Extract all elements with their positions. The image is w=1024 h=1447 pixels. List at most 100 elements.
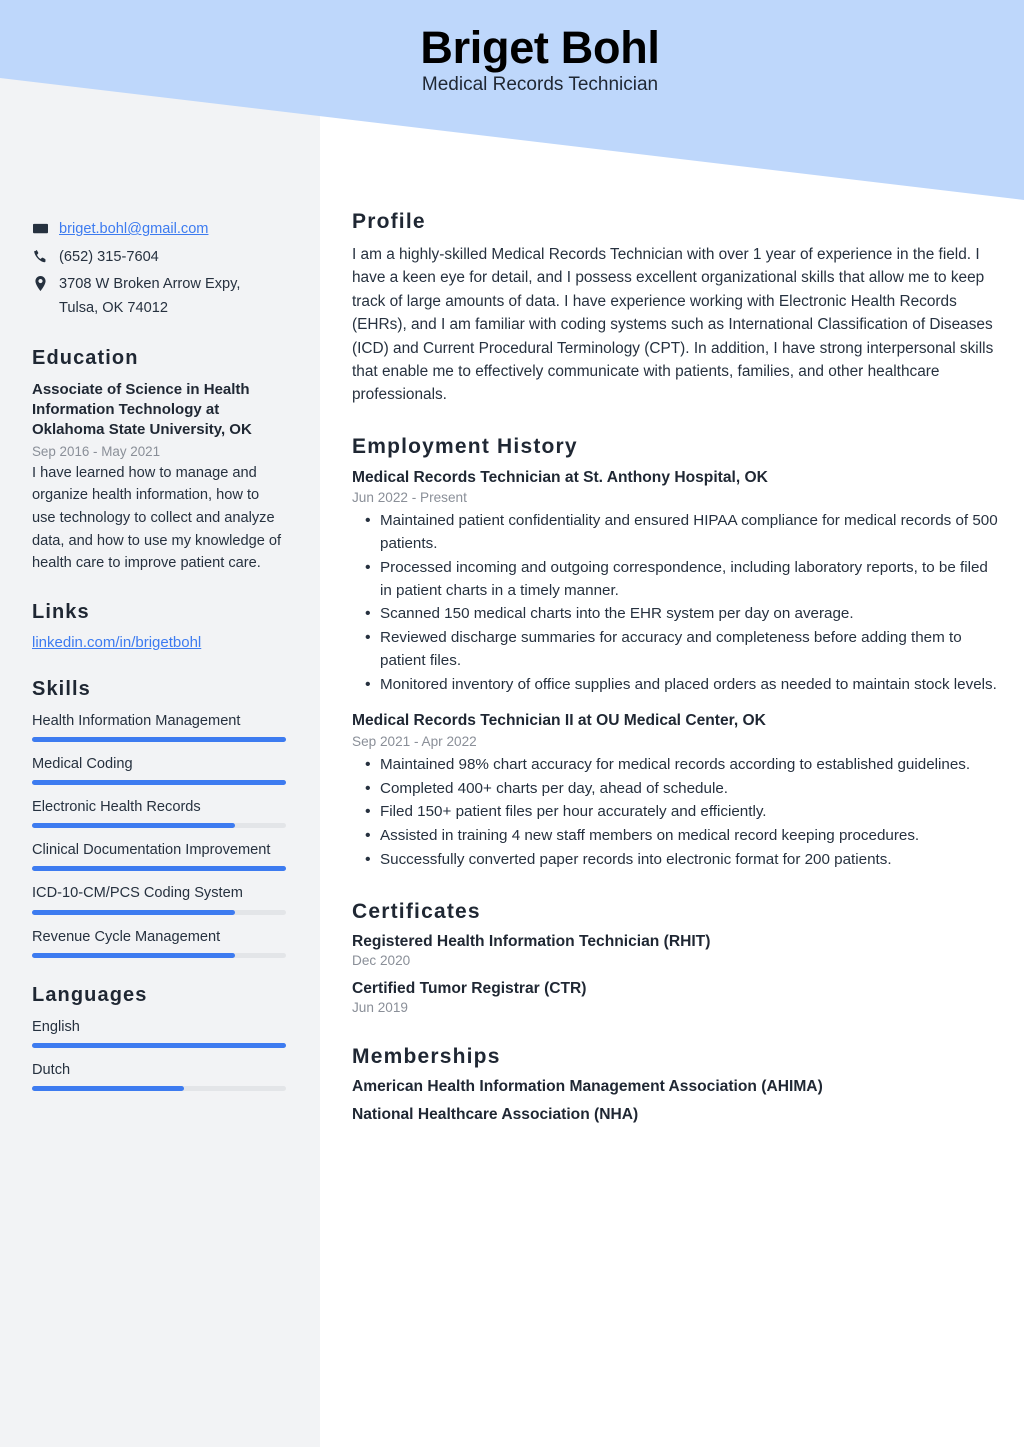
skill-label: Clinical Documentation Improvement bbox=[32, 842, 271, 859]
skill-level-fill bbox=[32, 823, 236, 829]
profile-heading: Profile bbox=[352, 210, 426, 233]
skill-item: Revenue Cycle Management bbox=[32, 927, 286, 958]
job-bullet-list: Maintained patient confidentiality and e… bbox=[352, 509, 1000, 697]
language-level-bar bbox=[32, 1086, 286, 1092]
address-line-1: 3708 W Broken Arrow Expy, bbox=[59, 276, 241, 293]
education-date: Sep 2016 - May 2021 bbox=[32, 443, 161, 459]
envelope-icon bbox=[32, 218, 49, 236]
skills-list: Health Information Management Medical Cod… bbox=[32, 711, 286, 958]
skills-section: Skills Health Information Management Medi… bbox=[32, 678, 286, 958]
skill-item: Medical Coding bbox=[32, 754, 286, 786]
links-section: Links linkedin.com/in/brigetbohl bbox=[32, 601, 286, 652]
skill-item: ICD-10-CM/PCS Coding System bbox=[32, 883, 286, 915]
job-bullet-list: Maintained 98% chart accuracy for medica… bbox=[352, 753, 1000, 872]
skill-level-fill bbox=[32, 952, 236, 958]
certificates-section: Certificates Registered Health Informati… bbox=[352, 900, 1000, 1015]
jobs-list: Medical Records Technician at St. Anthon… bbox=[352, 468, 1000, 872]
membership-name: National Healthcare Association (NHA) bbox=[352, 1105, 639, 1123]
skill-level-bar bbox=[32, 823, 286, 829]
education-title: Associate of Science in Health Informati… bbox=[32, 380, 252, 439]
skill-level-bar bbox=[32, 736, 286, 742]
certificates-heading: Certificates bbox=[352, 899, 481, 923]
skill-item: Electronic Health Records bbox=[32, 797, 286, 829]
main-column: Profile I am a highly-skilled Medical Re… bbox=[352, 210, 1000, 1152]
memberships-section: Memberships American Health Information … bbox=[352, 1045, 1000, 1124]
skill-level-fill bbox=[32, 736, 286, 742]
job-title: Medical Records Technician at St. Anthon… bbox=[352, 468, 768, 486]
resume-page: Briget Bohl Medical Records Technician b… bbox=[0, 0, 1024, 1447]
email-link[interactable]: briget.bohl@gmail.com bbox=[59, 218, 208, 242]
job-bullet: Processed incoming and outgoing correspo… bbox=[352, 556, 1000, 603]
job-bullet: Maintained 98% chart accuracy for medica… bbox=[352, 753, 1000, 777]
skill-level-fill bbox=[32, 780, 286, 786]
job-title: Medical Records Technician II at OU Medi… bbox=[352, 712, 766, 730]
language-label: Dutch bbox=[32, 1061, 71, 1078]
employment-section: Employment History Medical Records Techn… bbox=[352, 435, 1000, 872]
job-date: Jun 2022 - Present bbox=[352, 490, 467, 506]
certificate-date: Dec 2020 bbox=[352, 952, 411, 968]
job-bullet: Scanned 150 medical charts into the EHR … bbox=[352, 602, 1000, 626]
skill-item: Clinical Documentation Improvement bbox=[32, 840, 286, 872]
skill-label: Electronic Health Records bbox=[32, 799, 201, 816]
phone-icon bbox=[32, 246, 49, 264]
certificate-entry: Registered Health Information Technician… bbox=[352, 933, 1000, 968]
skill-level-bar bbox=[32, 952, 286, 958]
education-section: Education Associate of Science in Health… bbox=[32, 347, 286, 575]
header-text-block: Briget Bohl Medical Records Technician bbox=[280, 24, 800, 96]
skill-item: Health Information Management bbox=[32, 711, 286, 742]
certificate-date: Jun 2019 bbox=[352, 999, 408, 1015]
languages-list: English Dutch bbox=[32, 1017, 286, 1092]
skill-label: Medical Coding bbox=[32, 755, 133, 772]
certificates-list: Registered Health Information Technician… bbox=[352, 933, 1000, 1015]
job-entry: Medical Records Technician at St. Anthon… bbox=[352, 468, 1000, 697]
memberships-list: American Health Information Management A… bbox=[352, 1078, 1000, 1124]
language-level-fill bbox=[32, 1086, 185, 1092]
job-bullet: Assisted in training 4 new staff members… bbox=[352, 824, 1000, 848]
skill-label: ICD-10-CM/PCS Coding System bbox=[32, 885, 243, 902]
skill-level-fill bbox=[32, 909, 236, 915]
links-heading: Links bbox=[32, 600, 90, 623]
job-bullet: Successfully converted paper records int… bbox=[352, 848, 1000, 872]
address-line-2: Tulsa, OK 74012 bbox=[59, 299, 168, 316]
language-level-fill bbox=[32, 1042, 286, 1048]
memberships-heading: Memberships bbox=[352, 1044, 501, 1068]
skills-heading: Skills bbox=[32, 677, 91, 700]
job-date: Sep 2021 - Apr 2022 bbox=[352, 733, 477, 749]
profile-section: Profile I am a highly-skilled Medical Re… bbox=[352, 210, 1000, 407]
contact-email-row: briget.bohl@gmail.com bbox=[32, 218, 286, 242]
address-text: 3708 W Broken Arrow Expy, Tulsa, OK 7401… bbox=[59, 273, 240, 320]
location-pin-icon bbox=[32, 273, 49, 292]
employment-heading: Employment History bbox=[352, 434, 578, 458]
certificate-name: Certified Tumor Registrar (CTR) bbox=[352, 979, 587, 997]
candidate-job-title: Medical Records Technician bbox=[421, 74, 659, 96]
language-label: English bbox=[32, 1018, 80, 1035]
job-bullet: Monitored inventory of office supplies a… bbox=[352, 673, 1000, 697]
job-entry: Medical Records Technician II at OU Medi… bbox=[352, 711, 1000, 871]
skill-label: Revenue Cycle Management bbox=[32, 928, 221, 945]
job-bullet: Reviewed discharge summaries for accurac… bbox=[352, 626, 1000, 673]
skill-level-bar bbox=[32, 780, 286, 786]
language-item: Dutch bbox=[32, 1060, 286, 1092]
links-list: linkedin.com/in/brigetbohl bbox=[32, 634, 286, 652]
job-bullet: Maintained patient confidentiality and e… bbox=[352, 509, 1000, 556]
language-level-bar bbox=[32, 1042, 286, 1048]
linkedin-link[interactable]: linkedin.com/in/brigetbohl bbox=[32, 634, 201, 651]
certificate-name: Registered Health Information Technician… bbox=[352, 932, 711, 950]
skill-label: Health Information Management bbox=[32, 712, 241, 729]
contact-address-row: 3708 W Broken Arrow Expy, Tulsa, OK 7401… bbox=[32, 273, 286, 320]
languages-section: Languages English Dutch bbox=[32, 983, 286, 1092]
contact-phone-row: (652) 315-7604 bbox=[32, 246, 286, 270]
contact-list: briget.bohl@gmail.com (652) 315-7604 370… bbox=[32, 218, 286, 321]
skill-level-bar bbox=[32, 866, 286, 872]
profile-text: I am a highly-skilled Medical Records Te… bbox=[352, 246, 994, 404]
languages-heading: Languages bbox=[32, 983, 148, 1006]
certificate-entry: Certified Tumor Registrar (CTR) Jun 2019 bbox=[352, 980, 1000, 1015]
skill-level-fill bbox=[32, 866, 286, 872]
candidate-name: Briget Bohl bbox=[420, 22, 660, 73]
sidebar: briget.bohl@gmail.com (652) 315-7604 370… bbox=[0, 210, 320, 1103]
education-entry: Associate of Science in Health Informati… bbox=[32, 380, 286, 575]
job-bullet: Completed 400+ charts per day, ahead of … bbox=[352, 777, 1000, 801]
job-bullet: Filed 150+ patient files per hour accura… bbox=[352, 800, 1000, 824]
skill-level-bar bbox=[32, 909, 286, 915]
language-item: English bbox=[32, 1017, 286, 1048]
